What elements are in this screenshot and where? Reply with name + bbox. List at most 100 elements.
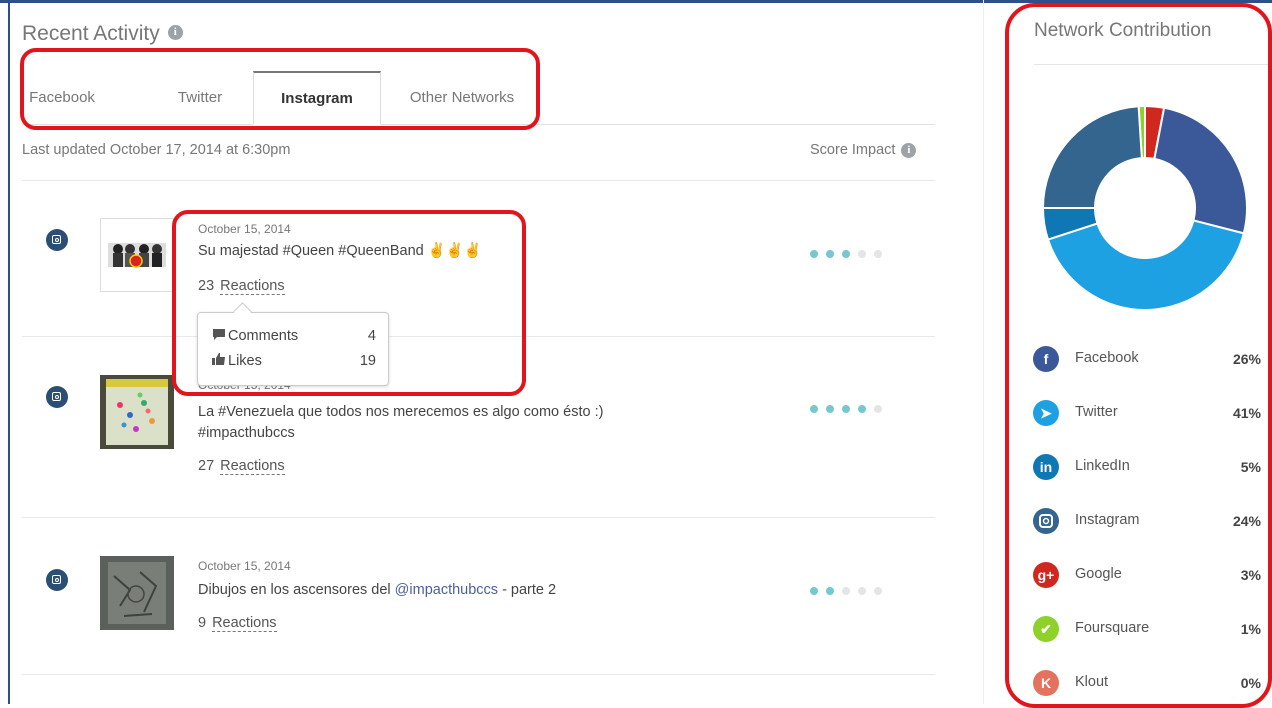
- page-title: Recent Activity i: [22, 22, 183, 46]
- donut-slice-facebook[interactable]: [1153, 106, 1248, 235]
- network-percentage: 3%: [1240, 567, 1261, 583]
- title-underline: [1034, 64, 1272, 65]
- network-percentage: 0%: [1240, 675, 1261, 691]
- post-text: Dibujos en los ascensores del @impacthub…: [198, 580, 718, 601]
- reactions-count: 23: [198, 278, 215, 294]
- score-dot: [858, 587, 866, 595]
- mention-link[interactable]: @impacthubccs: [395, 582, 498, 598]
- network-row-foursquare: ✔ Foursquare 1%: [1033, 616, 1261, 642]
- tab-instagram[interactable]: Instagram: [253, 71, 381, 125]
- network-name: Twitter: [1075, 404, 1118, 420]
- post-thumbnail[interactable]: [100, 218, 174, 292]
- elevator-drawing-image: [100, 556, 174, 630]
- network-name: Instagram: [1075, 512, 1140, 528]
- reactions-count: 27: [198, 458, 215, 474]
- post-text-line: Su majestad #Queen #QueenBand ✌✌✌: [198, 243, 482, 259]
- reactions-popover: Comments 4 Likes 19: [197, 312, 389, 386]
- post-text-line: La #Venezuela que todos nos merecemos es…: [198, 404, 604, 420]
- post-text: La #Venezuela que todos nos merecemos es…: [198, 402, 718, 444]
- score-dot: [826, 250, 834, 258]
- instagram-icon: [46, 229, 68, 251]
- comments-count: 4: [367, 328, 376, 344]
- post-text: Su majestad #Queen #QueenBand ✌✌✌: [198, 241, 718, 262]
- comments-label: Comments: [228, 328, 299, 344]
- network-name: Klout: [1075, 674, 1109, 690]
- donut-slice-twitter[interactable]: [1046, 219, 1246, 311]
- likes-label: Likes: [228, 353, 262, 369]
- klout-icon: K: [1033, 670, 1059, 696]
- network-percentage: 24%: [1232, 513, 1261, 529]
- reactions-link[interactable]: Reactions: [220, 278, 285, 295]
- tab-twitter[interactable]: Twitter: [160, 72, 240, 123]
- network-row-instagram: Instagram 24%: [1033, 508, 1261, 534]
- post-date: October 15, 2014: [198, 559, 291, 573]
- score-dot: [810, 405, 818, 413]
- popover-likes-row: Likes 19: [212, 353, 376, 369]
- divider: [22, 336, 935, 337]
- score-dot: [858, 405, 866, 413]
- donut-slice-instagram[interactable]: [1041, 105, 1143, 209]
- facebook-icon: f: [1033, 346, 1059, 372]
- network-percentage: 5%: [1240, 459, 1261, 475]
- score-dot: [842, 405, 850, 413]
- instagram-icon: [46, 569, 68, 591]
- window-left-border: [8, 0, 10, 704]
- network-row-facebook: f Facebook 26%: [1033, 346, 1261, 372]
- thumbs-up-icon: [212, 353, 228, 368]
- score-dot: [826, 405, 834, 413]
- score-dot: [842, 250, 850, 258]
- network-row-linkedin: in LinkedIn 5%: [1033, 454, 1261, 480]
- reactions-link[interactable]: Reactions: [220, 458, 285, 475]
- popover-comments-row: Comments 4: [212, 328, 376, 344]
- network-percentage: 41%: [1232, 405, 1261, 421]
- score-impact-text: Score Impact: [810, 142, 896, 158]
- likes-count: 19: [359, 353, 376, 369]
- post-thumbnail[interactable]: [100, 556, 174, 630]
- last-updated-text: Last updated October 17, 2014 at 6:30pm: [22, 142, 291, 158]
- post-date: October 15, 2014: [198, 222, 291, 236]
- network-row-twitter: ➤ Twitter 41%: [1033, 400, 1261, 426]
- score-dot: [874, 250, 882, 258]
- network-row-klout: K Klout 0%: [1033, 670, 1261, 696]
- score-impact-label: Score Impact i: [810, 142, 917, 158]
- post-thumbnail[interactable]: [100, 375, 174, 449]
- panel-separator: [983, 0, 984, 704]
- score-impact-dots: [810, 587, 882, 595]
- twitter-icon: ➤: [1033, 400, 1059, 426]
- post-reactions: 9 Reactions: [198, 615, 277, 632]
- tab-facebook[interactable]: Facebook: [22, 72, 102, 123]
- network-percentage: 1%: [1240, 621, 1261, 637]
- post-text-line: Dibujos en los ascensores del: [198, 582, 395, 598]
- network-name: Foursquare: [1075, 620, 1150, 636]
- tab-other-networks[interactable]: Other Networks: [397, 72, 527, 123]
- divider: [22, 517, 935, 518]
- network-name: LinkedIn: [1075, 458, 1130, 474]
- score-dot: [810, 587, 818, 595]
- network-row-google: g+ Google 3%: [1033, 562, 1261, 588]
- window-top-border: [0, 0, 1272, 3]
- page-title-text: Recent Activity: [22, 22, 160, 45]
- reactions-count: 9: [198, 615, 207, 631]
- network-percentage: 26%: [1232, 351, 1261, 367]
- score-impact-info-icon[interactable]: i: [901, 142, 917, 158]
- divider: [22, 180, 935, 181]
- network-tabs: Facebook Twitter Instagram Other Network…: [22, 71, 935, 125]
- divider: [22, 674, 935, 675]
- instagram-icon: [1033, 508, 1059, 534]
- score-dot: [826, 587, 834, 595]
- reactions-link[interactable]: Reactions: [212, 615, 277, 632]
- network-name: Google: [1075, 566, 1122, 582]
- score-dot: [874, 587, 882, 595]
- score-dot: [842, 587, 850, 595]
- foursquare-icon: ✔: [1033, 616, 1059, 642]
- instagram-icon: [46, 386, 68, 408]
- network-contribution-donut: [1041, 104, 1248, 311]
- info-icon[interactable]: i: [167, 24, 183, 40]
- score-dot: [858, 250, 866, 258]
- linkedin-icon: in: [1033, 454, 1059, 480]
- network-contribution-title: Network Contribution: [1034, 20, 1212, 41]
- network-name: Facebook: [1075, 350, 1139, 366]
- post-text-suffix: - parte 2: [498, 582, 557, 598]
- post-text-line-2: #impacthubccs: [198, 425, 295, 441]
- score-dot: [874, 405, 882, 413]
